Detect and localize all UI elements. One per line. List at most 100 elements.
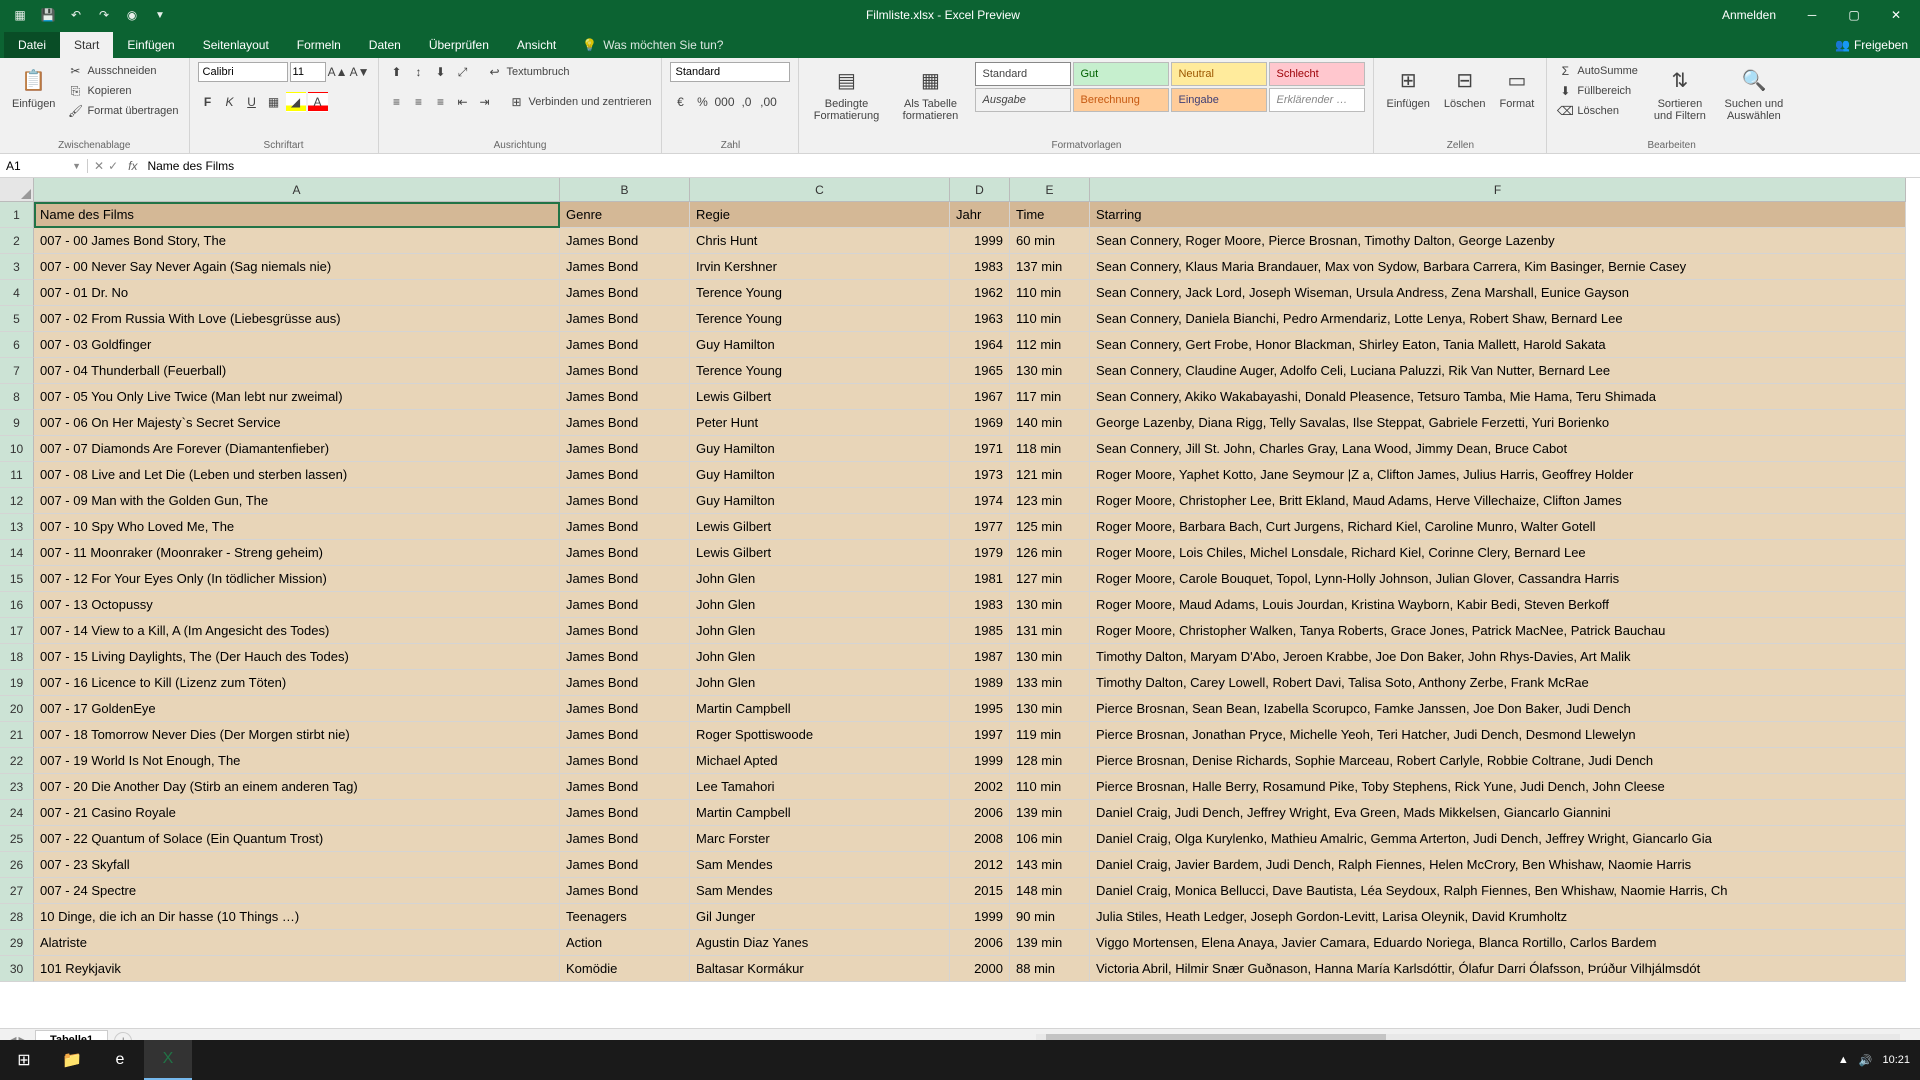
data-cell[interactable]: 90 min	[1010, 904, 1090, 930]
data-cell[interactable]: James Bond	[560, 514, 690, 540]
underline-button[interactable]: U	[242, 92, 262, 112]
data-cell[interactable]: 10 Dinge, die ich an Dir hasse (10 Thing…	[34, 904, 560, 930]
data-cell[interactable]: 88 min	[1010, 956, 1090, 982]
data-cell[interactable]: 1964	[950, 332, 1010, 358]
data-cell[interactable]: James Bond	[560, 670, 690, 696]
tray-chevron-icon[interactable]: ▲	[1838, 1054, 1849, 1066]
data-cell[interactable]: 007 - 19 World Is Not Enough, The	[34, 748, 560, 774]
align-right-icon[interactable]: ≡	[431, 92, 451, 112]
data-cell[interactable]: 2012	[950, 852, 1010, 878]
font-name-select[interactable]	[198, 62, 288, 82]
data-cell[interactable]: 123 min	[1010, 488, 1090, 514]
data-cell[interactable]: 1973	[950, 462, 1010, 488]
data-cell[interactable]: James Bond	[560, 878, 690, 904]
align-bottom-icon[interactable]: ⬇	[431, 62, 451, 82]
data-cell[interactable]: 007 - 07 Diamonds Are Forever (Diamanten…	[34, 436, 560, 462]
data-cell[interactable]: 130 min	[1010, 644, 1090, 670]
row-header[interactable]: 14	[0, 540, 34, 566]
data-cell[interactable]: 007 - 16 Licence to Kill (Lizenz zum Töt…	[34, 670, 560, 696]
row-header[interactable]: 26	[0, 852, 34, 878]
start-button[interactable]: ⊞	[0, 1040, 48, 1080]
percent-icon[interactable]: %	[692, 92, 712, 112]
thousands-icon[interactable]: 000	[714, 92, 734, 112]
row-header[interactable]: 30	[0, 956, 34, 982]
header-cell[interactable]: Regie	[690, 202, 950, 228]
data-cell[interactable]: 007 - 05 You Only Live Twice (Man lebt n…	[34, 384, 560, 410]
data-cell[interactable]: John Glen	[690, 592, 950, 618]
data-cell[interactable]: James Bond	[560, 774, 690, 800]
header-cell[interactable]: Genre	[560, 202, 690, 228]
data-cell[interactable]: 1963	[950, 306, 1010, 332]
select-all-corner[interactable]	[0, 178, 34, 202]
data-cell[interactable]: James Bond	[560, 852, 690, 878]
data-cell[interactable]: 2002	[950, 774, 1010, 800]
data-cell[interactable]: Roger Moore, Yaphet Kotto, Jane Seymour …	[1090, 462, 1906, 488]
row-header[interactable]: 2	[0, 228, 34, 254]
copy-button[interactable]: ⎘Kopieren	[65, 82, 180, 100]
data-cell[interactable]: Daniel Craig, Monica Bellucci, Dave Baut…	[1090, 878, 1906, 904]
align-middle-icon[interactable]: ↕	[409, 62, 429, 82]
row-header[interactable]: 16	[0, 592, 34, 618]
tab-start[interactable]: Start	[60, 32, 113, 58]
data-cell[interactable]: 007 - 17 GoldenEye	[34, 696, 560, 722]
data-cell[interactable]: 007 - 20 Die Another Day (Stirb an einem…	[34, 774, 560, 800]
autosum-button[interactable]: ΣAutoSumme	[1555, 62, 1640, 80]
fx-icon[interactable]: fx	[128, 159, 137, 173]
data-cell[interactable]: 007 - 24 Spectre	[34, 878, 560, 904]
data-cell[interactable]: 007 - 03 Goldfinger	[34, 332, 560, 358]
indent-inc-icon[interactable]: ⇥	[475, 92, 495, 112]
style-schlecht[interactable]: Schlecht	[1269, 62, 1365, 86]
data-cell[interactable]: George Lazenby, Diana Rigg, Telly Savala…	[1090, 410, 1906, 436]
data-cell[interactable]: Roger Moore, Carole Bouquet, Topol, Lynn…	[1090, 566, 1906, 592]
data-cell[interactable]: 110 min	[1010, 306, 1090, 332]
data-cell[interactable]: 1989	[950, 670, 1010, 696]
data-cell[interactable]: Martin Campbell	[690, 696, 950, 722]
format-as-table-button[interactable]: ▦Als Tabelle formatieren	[891, 62, 969, 124]
column-header[interactable]: A	[34, 178, 560, 202]
tray-clock[interactable]: 10:21	[1882, 1054, 1910, 1066]
align-top-icon[interactable]: ⬆	[387, 62, 407, 82]
data-cell[interactable]: Sam Mendes	[690, 878, 950, 904]
data-cell[interactable]: Agustin Diaz Yanes	[690, 930, 950, 956]
conditional-formatting-button[interactable]: ▤Bedingte Formatierung	[807, 62, 885, 124]
cut-button[interactable]: ✂Ausschneiden	[65, 62, 180, 80]
row-header[interactable]: 4	[0, 280, 34, 306]
bold-button[interactable]: F	[198, 92, 218, 112]
data-cell[interactable]: 007 - 09 Man with the Golden Gun, The	[34, 488, 560, 514]
data-cell[interactable]: 007 - 18 Tomorrow Never Dies (Der Morgen…	[34, 722, 560, 748]
data-cell[interactable]: 1985	[950, 618, 1010, 644]
row-header[interactable]: 20	[0, 696, 34, 722]
align-center-icon[interactable]: ≡	[409, 92, 429, 112]
increase-font-icon[interactable]: A▲	[328, 62, 348, 82]
data-cell[interactable]: Alatriste	[34, 930, 560, 956]
data-cell[interactable]: 2000	[950, 956, 1010, 982]
data-cell[interactable]: Komödie	[560, 956, 690, 982]
find-select-button[interactable]: 🔍Suchen und Auswählen	[1720, 62, 1788, 124]
data-cell[interactable]: 117 min	[1010, 384, 1090, 410]
data-cell[interactable]: Sam Mendes	[690, 852, 950, 878]
data-cell[interactable]: 128 min	[1010, 748, 1090, 774]
data-cell[interactable]: James Bond	[560, 384, 690, 410]
data-cell[interactable]: 1979	[950, 540, 1010, 566]
data-cell[interactable]: Pierce Brosnan, Denise Richards, Sophie …	[1090, 748, 1906, 774]
data-cell[interactable]: Marc Forster	[690, 826, 950, 852]
data-cell[interactable]: James Bond	[560, 540, 690, 566]
clear-button[interactable]: ⌫Löschen	[1555, 102, 1640, 120]
data-cell[interactable]: 1974	[950, 488, 1010, 514]
sort-filter-button[interactable]: ⇅Sortieren und Filtern	[1646, 62, 1714, 124]
data-cell[interactable]: 125 min	[1010, 514, 1090, 540]
data-cell[interactable]: Guy Hamilton	[690, 332, 950, 358]
row-header[interactable]: 22	[0, 748, 34, 774]
data-cell[interactable]: 007 - 11 Moonraker (Moonraker - Streng g…	[34, 540, 560, 566]
data-cell[interactable]: 007 - 10 Spy Who Loved Me, The	[34, 514, 560, 540]
data-cell[interactable]: 007 - 01 Dr. No	[34, 280, 560, 306]
data-cell[interactable]: Gil Junger	[690, 904, 950, 930]
row-header[interactable]: 6	[0, 332, 34, 358]
tab-data[interactable]: Daten	[355, 32, 415, 58]
data-cell[interactable]: Guy Hamilton	[690, 436, 950, 462]
data-cell[interactable]: Pierce Brosnan, Jonathan Pryce, Michelle…	[1090, 722, 1906, 748]
data-cell[interactable]: James Bond	[560, 566, 690, 592]
data-cell[interactable]: 1983	[950, 254, 1010, 280]
data-cell[interactable]: 139 min	[1010, 930, 1090, 956]
data-cell[interactable]: 139 min	[1010, 800, 1090, 826]
